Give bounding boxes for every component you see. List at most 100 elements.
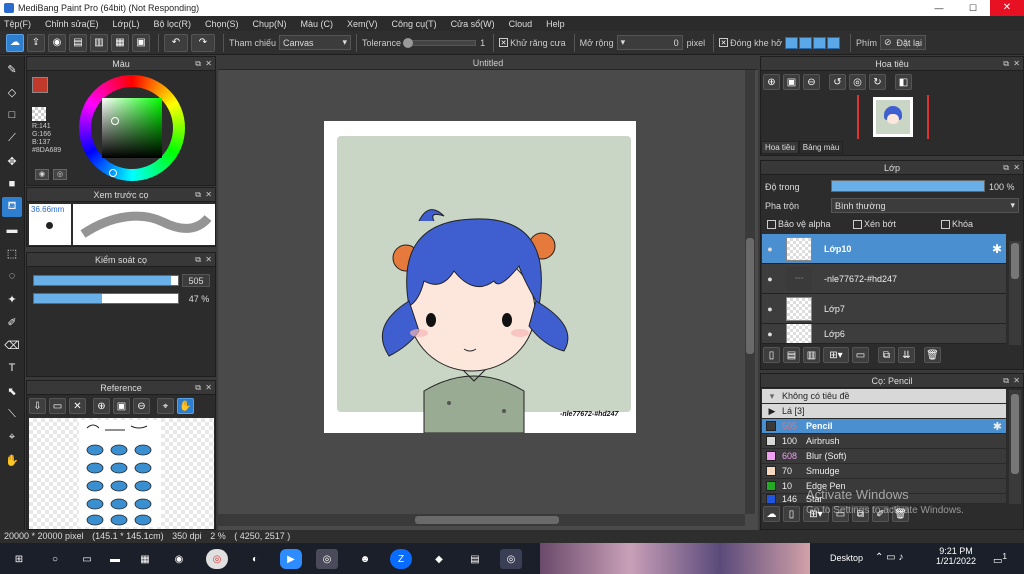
share-icon[interactable]: ⇪ (27, 33, 45, 52)
palette-icon[interactable]: ◉ (35, 169, 49, 180)
layer-opacity-slider[interactable] (831, 180, 985, 192)
flip-icon[interactable]: ◧ (895, 74, 912, 90)
gap-level-block[interactable] (785, 36, 799, 49)
fit-icon[interactable]: ▣ (113, 398, 130, 414)
zoom-out-icon[interactable]: ⊖ (803, 74, 820, 90)
select-rect-tool-icon[interactable]: ⬚ (2, 243, 22, 263)
bucket-tool-icon[interactable]: ⛾ (2, 197, 22, 217)
zoom-app-icon[interactable]: ▶ (280, 549, 302, 569)
select-pen-tool-icon[interactable]: ✐ (2, 312, 22, 332)
layer-row[interactable]: ● Lớp10 ✱ (762, 234, 1006, 264)
comment-icon[interactable]: ◉ (48, 33, 66, 52)
calculator-icon[interactable]: ▦ (134, 549, 156, 569)
brush-item[interactable]: 70 Smudge (762, 464, 1006, 479)
close-gap-checkbox[interactable]: ✕ (719, 38, 729, 47)
menu-cloud[interactable]: Cloud (509, 19, 533, 29)
gap-level-selector[interactable] (785, 36, 841, 49)
medibang-taskbar-icon[interactable]: ◎ (316, 549, 338, 569)
hand-icon[interactable]: ✋ (177, 398, 194, 414)
browser-app-icon[interactable]: ◐ (244, 549, 266, 569)
expand-input[interactable]: ▾ 0 (616, 35, 683, 50)
document-canvas[interactable]: -nle77672-#hd247 (324, 121, 636, 433)
brush-item[interactable]: 608 Blur (Soft) (762, 449, 1006, 464)
zoom-in-icon[interactable]: ⊕ (763, 74, 780, 90)
notification-icon[interactable]: ▭1 (990, 551, 1010, 567)
transparent-color-swatch[interactable] (32, 107, 46, 121)
hue-ring[interactable] (79, 75, 185, 181)
new-halftone-layer-icon[interactable]: ▤ (783, 347, 800, 363)
popout-icon[interactable]: ⧉ (195, 57, 201, 71)
undo-icon[interactable]: ↶ (164, 33, 188, 52)
protect-alpha-checkbox[interactable] (767, 219, 776, 229)
eyedropper-tool-icon[interactable]: ⌖ (2, 427, 22, 447)
redo-icon[interactable]: ↷ (191, 33, 215, 52)
layer-row[interactable]: ● Lớp6 (762, 324, 1006, 344)
layer-visibility-icon[interactable]: ● (762, 274, 778, 284)
blend-mode-select[interactable]: Bình thường ▾ (831, 198, 1019, 213)
layers-scrollbar[interactable] (1009, 241, 1021, 345)
task-view-icon[interactable]: ▭ (76, 549, 98, 569)
new-folder-icon[interactable]: ▭ (852, 347, 869, 363)
rotate-reset-icon[interactable]: ◎ (849, 74, 866, 90)
tolerance-slider[interactable] (403, 37, 477, 48)
frame-icon[interactable]: ▣ (132, 33, 150, 52)
operation-tool-icon[interactable]: ⬉ (2, 381, 22, 401)
maximize-button[interactable]: ☐ (956, 0, 990, 16)
brush-scroll-thumb[interactable] (1011, 394, 1019, 474)
brush-group-header[interactable]: ▾ Không có tiêu đề (762, 389, 1006, 404)
file-explorer-icon[interactable]: ▬ (104, 549, 126, 569)
search-icon[interactable]: ○ (44, 549, 66, 569)
merge-layer-icon[interactable]: ⇊ (898, 347, 915, 363)
clipping-option[interactable]: Xén bớt (853, 219, 896, 229)
close-icon[interactable]: ✕ (205, 381, 212, 395)
brush-cloud-icon[interactable]: ☁ (763, 506, 780, 522)
reset-button[interactable]: ⊘ Đặt lại (880, 35, 927, 50)
lock-option[interactable]: Khóa (941, 219, 973, 229)
layer-row[interactable]: ● Lớp7 (762, 294, 1006, 324)
brush-subgroup-header[interactable]: ▶ Lá [3] (762, 404, 1006, 419)
divide-tool-icon[interactable]: ⟍ (2, 404, 22, 424)
brush-scrollbar[interactable] (1009, 390, 1021, 504)
clock[interactable]: 9:21 PM 1/21/2022 (936, 546, 976, 566)
menu-view[interactable]: Xem(V) (347, 19, 378, 29)
slider-knob[interactable] (403, 37, 414, 48)
hand-tool-icon[interactable]: ✋ (2, 450, 22, 470)
cloud-download-icon[interactable]: ⇩ (29, 398, 46, 414)
folder-icon[interactable]: ▭ (49, 398, 66, 414)
popout-icon[interactable]: ⧉ (195, 381, 201, 395)
gap-level-block[interactable] (813, 36, 827, 49)
zoom-in-icon[interactable]: ⊕ (93, 398, 110, 414)
popout-icon[interactable]: ⧉ (1003, 161, 1009, 175)
popout-icon[interactable]: ⧉ (195, 188, 201, 202)
chrome-active-icon[interactable]: ◎ (500, 549, 522, 569)
magic-wand-tool-icon[interactable]: ✦ (2, 289, 22, 309)
layers-scroll-thumb[interactable] (1011, 243, 1019, 279)
zoom-out-icon[interactable]: ⊖ (133, 398, 150, 414)
gradient-tool-icon[interactable]: ▬ (2, 220, 22, 240)
new-layer-icon[interactable]: ▯ (763, 347, 780, 363)
palette-add-icon[interactable]: ◎ (53, 169, 67, 180)
clipping-checkbox[interactable] (853, 219, 862, 229)
brush-size-value[interactable]: 505 (182, 274, 210, 287)
layer-settings-icon[interactable]: ✱ (992, 242, 1002, 256)
close-icon[interactable]: ✕ (205, 57, 212, 71)
eraser-tool-icon[interactable]: ◇ (2, 82, 22, 102)
antialias-checkbox[interactable]: ✕ (499, 38, 509, 47)
new-8bit-layer-icon[interactable]: ▥ (803, 347, 820, 363)
user-app-icon[interactable]: ☻ (354, 549, 376, 569)
menu-tools[interactable]: Công cụ(T) (392, 19, 437, 29)
lock-checkbox[interactable] (941, 219, 950, 229)
cloud-icon[interactable]: ☁ (6, 33, 24, 52)
delete-icon[interactable]: ✕ (69, 398, 86, 414)
duplicate-layer-icon[interactable]: ⧉ (878, 347, 895, 363)
menu-window[interactable]: Cửa sổ(W) (451, 19, 495, 29)
menu-edit[interactable]: Chỉnh sửa(E) (45, 19, 99, 29)
app-icon-2[interactable]: ◆ (428, 549, 450, 569)
desktop-toolbar-label[interactable]: Desktop (830, 553, 863, 563)
layer-row[interactable]: ● ~~~ -nle77672-#hd247 (762, 264, 1006, 294)
close-icon[interactable]: ✕ (205, 188, 212, 202)
menu-snap[interactable]: Chụp(N) (253, 19, 287, 29)
add-layer-menu-icon[interactable]: ⊞▾ (823, 347, 849, 363)
tray-icons[interactable]: ⌃ ▭ ♪ (875, 552, 903, 563)
gap-level-block[interactable] (799, 36, 813, 49)
